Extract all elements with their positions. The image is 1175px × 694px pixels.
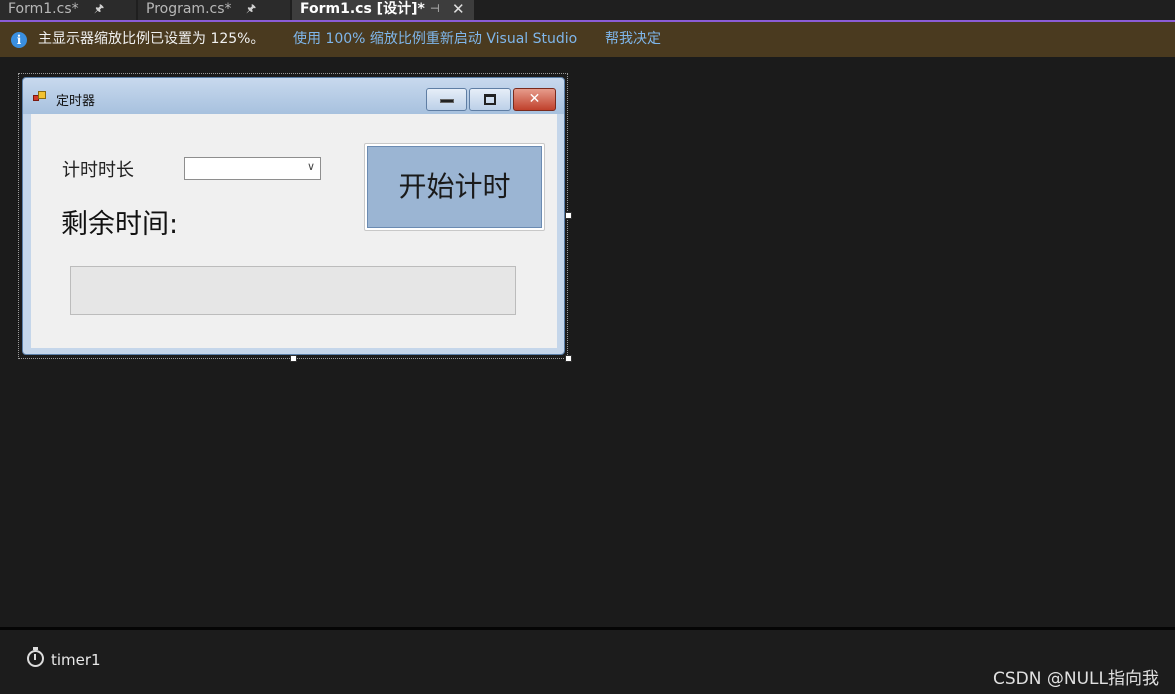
maximize-icon <box>484 94 496 105</box>
duration-label: 计时时长 <box>62 160 134 181</box>
form-title: 定时器 <box>56 94 96 109</box>
info-bar: i 主显示器缩放比例已设置为 125%。 使用 100% 缩放比例重新启动 Vi… <box>0 22 1175 57</box>
start-timer-button[interactable]: 开始计时 <box>364 143 545 231</box>
tab-label: Form1.cs [设计]* <box>300 1 425 17</box>
pin-icon[interactable]: ⊣ <box>430 0 440 18</box>
component-tray: timer1 CSDN @NULL指向我 <box>0 630 1175 694</box>
help-decide-link[interactable]: 帮我决定 <box>605 22 661 57</box>
pin-icon[interactable]: 🖈 <box>246 0 256 18</box>
minimize-icon <box>439 99 454 103</box>
minimize-button[interactable] <box>426 88 467 111</box>
form-title-bar[interactable]: 定时器 ✕ <box>23 78 564 114</box>
tab-form1-designer[interactable]: Form1.cs [设计]* ⊣ ✕ <box>292 0 474 20</box>
watermark: CSDN @NULL指向我 <box>993 669 1159 689</box>
tab-program-code[interactable]: Program.cs* 🖈 <box>138 0 290 20</box>
chevron-down-icon[interactable]: ∨ <box>307 160 315 173</box>
tab-form1-code[interactable]: Form1.cs* 🖈 <box>0 0 136 20</box>
tab-label: Form1.cs* <box>8 1 79 17</box>
resize-handle-right[interactable] <box>565 212 572 219</box>
start-timer-button-label: 开始计时 <box>367 146 542 228</box>
resize-handle-corner[interactable] <box>565 355 572 362</box>
close-button[interactable]: ✕ <box>513 88 556 111</box>
pin-icon[interactable]: 🖈 <box>94 0 104 18</box>
document-tab-strip: Form1.cs* 🖈 Program.cs* 🖈 Form1.cs [设计]*… <box>0 0 1175 20</box>
tab-label: Program.cs* <box>146 1 232 17</box>
close-icon: ✕ <box>528 91 541 107</box>
duration-combobox[interactable]: ∨ <box>184 157 321 180</box>
designer-form[interactable]: 定时器 ✕ 计时时长 ∨ 剩余时间: 开始计时 <box>22 77 565 355</box>
app-icon <box>33 91 47 103</box>
stopwatch-icon <box>27 647 44 667</box>
resize-handle-bottom[interactable] <box>290 355 297 362</box>
timer-component[interactable]: timer1 <box>51 651 101 669</box>
info-icon: i <box>11 32 27 48</box>
maximize-button[interactable] <box>469 88 511 111</box>
close-icon[interactable]: ✕ <box>452 0 465 18</box>
progress-bar <box>70 266 516 315</box>
restart-scaling-link[interactable]: 使用 100% 缩放比例重新启动 Visual Studio <box>293 22 577 57</box>
info-message: 主显示器缩放比例已设置为 125%。 <box>38 31 265 47</box>
form-client-area: 计时时长 ∨ 剩余时间: 开始计时 <box>31 114 557 348</box>
remaining-time-label: 剩余时间: <box>61 209 179 240</box>
